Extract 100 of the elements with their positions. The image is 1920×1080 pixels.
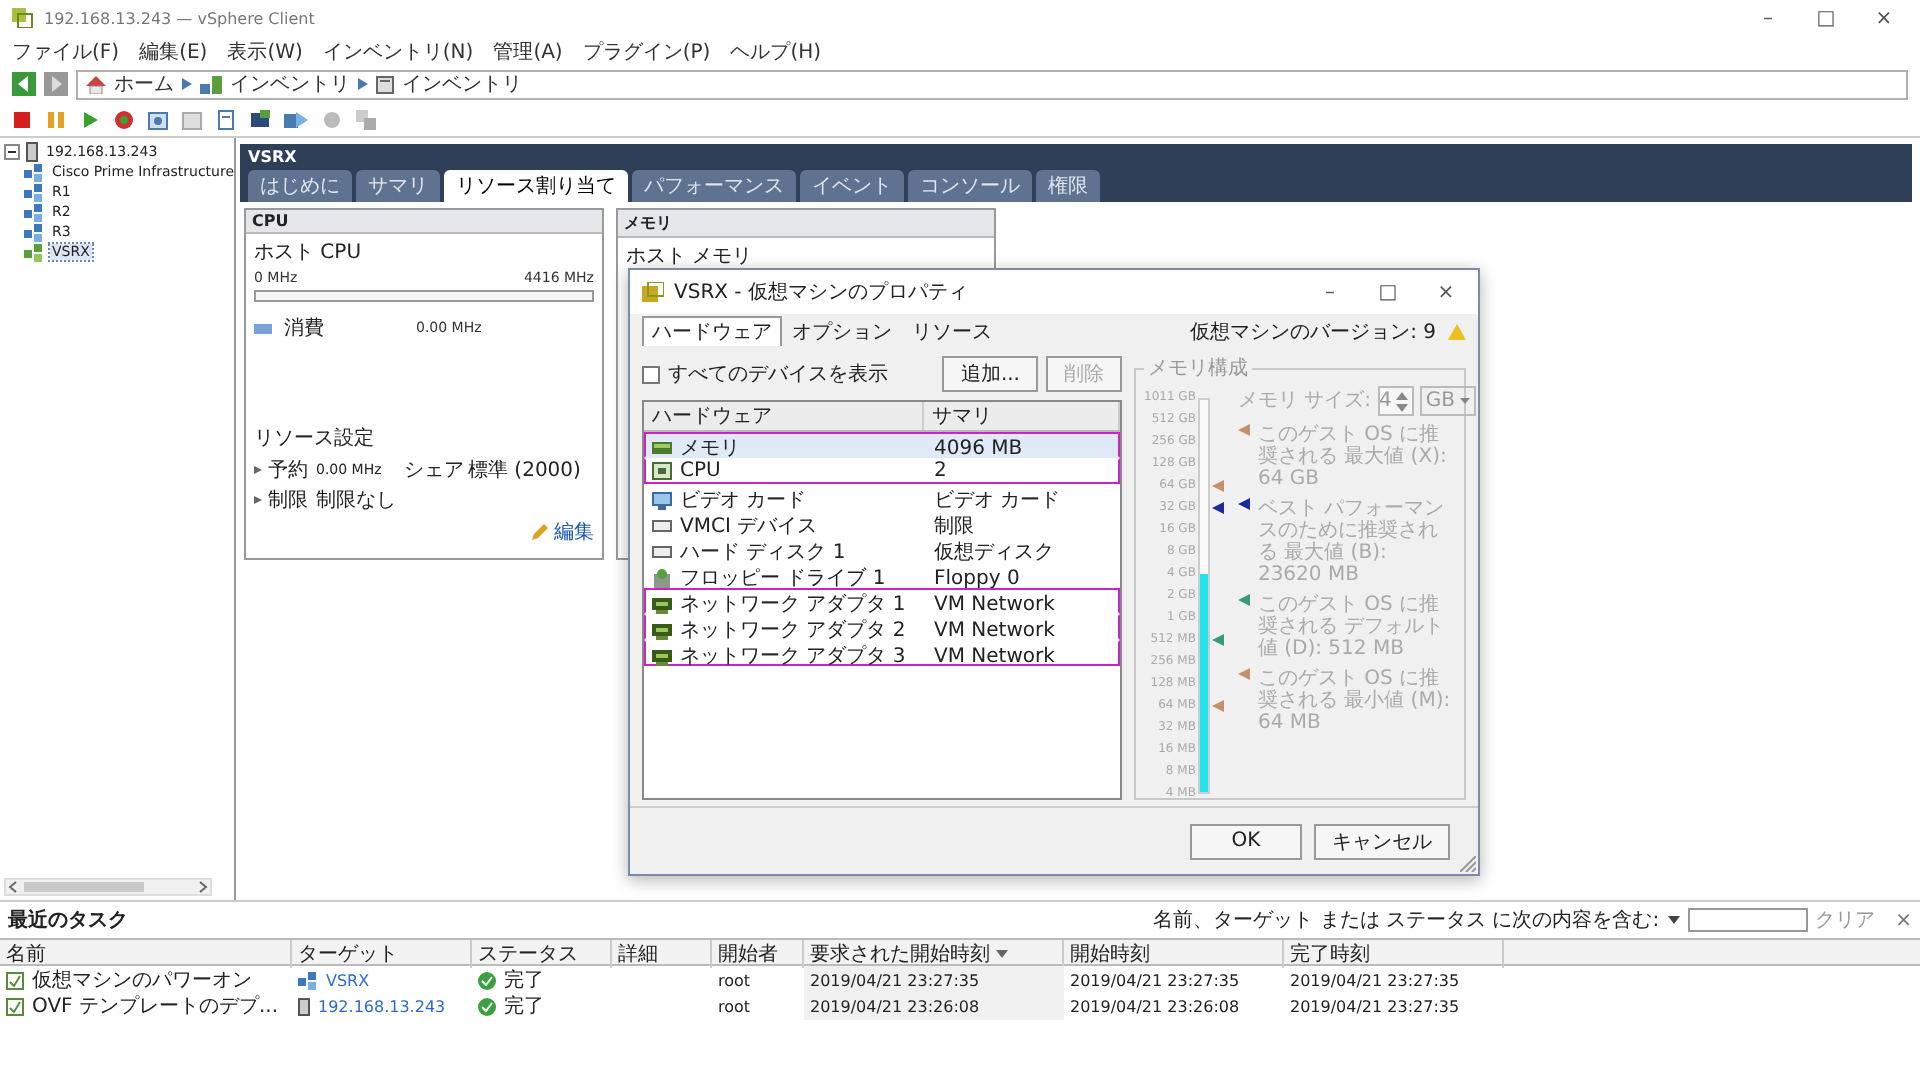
- menu-item[interactable]: プラグイン(P): [582, 37, 711, 65]
- window-title: 192.168.13.243 — vSphere Client: [44, 9, 315, 27]
- setting-label: シェア: [404, 458, 466, 484]
- close-button[interactable]: ×: [1895, 909, 1912, 931]
- filter-field[interactable]: [1687, 908, 1808, 932]
- column-header[interactable]: 詳細: [612, 940, 712, 968]
- column-header[interactable]: ターゲット: [292, 940, 472, 968]
- tab[interactable]: ハードウェア: [642, 316, 782, 346]
- chip-icon: [652, 462, 672, 480]
- show-all-checkbox[interactable]: [642, 365, 660, 383]
- close-button[interactable]: ×: [1422, 281, 1470, 303]
- legend-swatch-icon: [254, 323, 272, 333]
- tab[interactable]: リソース: [902, 316, 1002, 346]
- dialog-button[interactable]: 追加...: [942, 356, 1038, 392]
- breadcrumb-item[interactable]: インベントリ: [402, 70, 522, 98]
- tab[interactable]: 権限: [1036, 170, 1100, 202]
- network-card-icon: [652, 621, 672, 639]
- legend-text: このゲスト OS に推奨される 最小値 (M): 64 MB: [1257, 668, 1453, 734]
- setting-value: 制限なし: [316, 487, 398, 514]
- tab[interactable]: はじめに: [248, 170, 352, 202]
- task-icon: [6, 971, 24, 989]
- caret-icon[interactable]: [1667, 916, 1680, 924]
- content-title: VSRX: [248, 148, 299, 166]
- tasks-title: 最近のタスク: [8, 907, 128, 934]
- target-link[interactable]: VSRX: [326, 971, 370, 989]
- back-icon[interactable]: [12, 72, 36, 96]
- horizontal-scrollbar[interactable]: [4, 878, 212, 896]
- hardware-row[interactable]: ビデオ カード ビデオ カード: [644, 484, 1120, 510]
- play-icon[interactable]: [80, 109, 100, 129]
- time-cell: 2019/04/21 23:27:35: [810, 971, 980, 989]
- panel-title: メモリ: [618, 210, 994, 238]
- initiator-cell: root: [718, 997, 751, 1015]
- tab[interactable]: サマリ: [356, 170, 440, 202]
- hardware-row[interactable]: ネットワーク アダプタ 2 VM Network: [644, 614, 1120, 640]
- menu-item[interactable]: ヘルプ(H): [730, 37, 822, 65]
- document-icon[interactable]: [216, 109, 236, 129]
- tab[interactable]: オプション: [782, 316, 902, 346]
- cancel-button[interactable]: キャンセル: [1314, 823, 1450, 859]
- column-header[interactable]: サマリ: [924, 402, 1120, 430]
- hardware-row[interactable]: フロッピー ドライブ 1 Floppy 0: [644, 562, 1120, 588]
- warning-icon: [1448, 323, 1466, 339]
- address-bar[interactable]: ホーム インベントリ インベントリ: [76, 69, 1908, 99]
- legend-text: このゲスト OS に推奨される 最大値 (X): 64 GB: [1257, 424, 1449, 490]
- minimize-button[interactable]: –: [1306, 281, 1354, 303]
- hardware-row[interactable]: ハード ディスク 1 仮想ディスク: [644, 536, 1120, 562]
- host-cpu-label: ホスト CPU: [254, 240, 364, 266]
- maximize-button[interactable]: □: [1802, 7, 1850, 29]
- stop-icon[interactable]: [12, 109, 32, 129]
- checkbox-label: すべてのデバイスを表示: [668, 361, 888, 388]
- status-text: 完了: [504, 993, 544, 1020]
- hardware-row[interactable]: ネットワーク アダプタ 3 VM Network: [644, 640, 1120, 666]
- vm-version: 仮想マシンのバージョン: 9: [1190, 319, 1436, 345]
- setting-value: 標準 (2000): [468, 457, 583, 484]
- breadcrumb-item[interactable]: ホーム: [114, 70, 174, 98]
- menu-item[interactable]: 編集(E): [139, 37, 208, 65]
- column-header[interactable]: 完了時刻: [1284, 940, 1504, 968]
- tab[interactable]: リソース割り当て: [444, 170, 628, 202]
- edit-link[interactable]: 編集: [532, 518, 594, 546]
- menu-item[interactable]: 管理(A): [493, 37, 563, 65]
- console-icon[interactable]: [250, 109, 270, 129]
- tab[interactable]: コンソール: [908, 170, 1032, 202]
- bullet-icon: [254, 466, 262, 474]
- collapse-icon[interactable]: [4, 144, 20, 160]
- app-icon: [12, 8, 34, 28]
- breadcrumb-item[interactable]: インベントリ: [230, 70, 350, 98]
- minimize-button[interactable]: –: [1744, 7, 1792, 29]
- tab[interactable]: パフォーマンス: [632, 170, 796, 202]
- hardware-row[interactable]: メモリ 4096 MB: [644, 432, 1120, 458]
- target-link[interactable]: 192.168.13.243: [318, 997, 446, 1015]
- server-icon: [376, 75, 394, 93]
- home-icon: [86, 75, 106, 93]
- ok-button[interactable]: OK: [1190, 823, 1302, 859]
- setting-label: 制限: [268, 487, 310, 514]
- time-cell: 2019/04/21 23:27:35: [1290, 997, 1460, 1015]
- pencil-icon: [532, 524, 548, 540]
- time-cell: 2019/04/21 23:27:35: [1070, 971, 1240, 989]
- memory-slider[interactable]: [1197, 397, 1210, 793]
- monitor-icon: [652, 491, 672, 509]
- column-header[interactable]: ハードウェア: [644, 402, 924, 430]
- column-header[interactable]: ステータス: [472, 940, 612, 968]
- chevron-icon: [182, 78, 192, 90]
- hardware-row[interactable]: ネットワーク アダプタ 1 VM Network: [644, 588, 1120, 614]
- menu-item[interactable]: ファイル(F): [12, 37, 120, 65]
- snapshot-icon[interactable]: [148, 109, 168, 129]
- column-header[interactable]: 名前: [0, 940, 292, 968]
- hardware-row[interactable]: VMCI デバイス 制限: [644, 510, 1120, 536]
- hardware-row[interactable]: CPU 2: [644, 458, 1120, 484]
- legend-label: 消費: [284, 315, 326, 342]
- size-label: メモリ サイズ:: [1237, 390, 1372, 412]
- forward-icon[interactable]: [44, 72, 68, 96]
- status-text: 完了: [504, 967, 544, 994]
- tab[interactable]: イベント: [800, 170, 904, 202]
- maximize-button[interactable]: □: [1364, 281, 1412, 303]
- pause-icon[interactable]: [46, 109, 66, 129]
- menu-item[interactable]: インベントリ(N): [322, 37, 474, 65]
- chevron-icon: [358, 78, 368, 90]
- server-icon: [26, 142, 38, 162]
- resize-grip-icon: [1460, 856, 1476, 872]
- menu-item[interactable]: 表示(W): [227, 37, 303, 65]
- close-button[interactable]: ×: [1860, 7, 1908, 29]
